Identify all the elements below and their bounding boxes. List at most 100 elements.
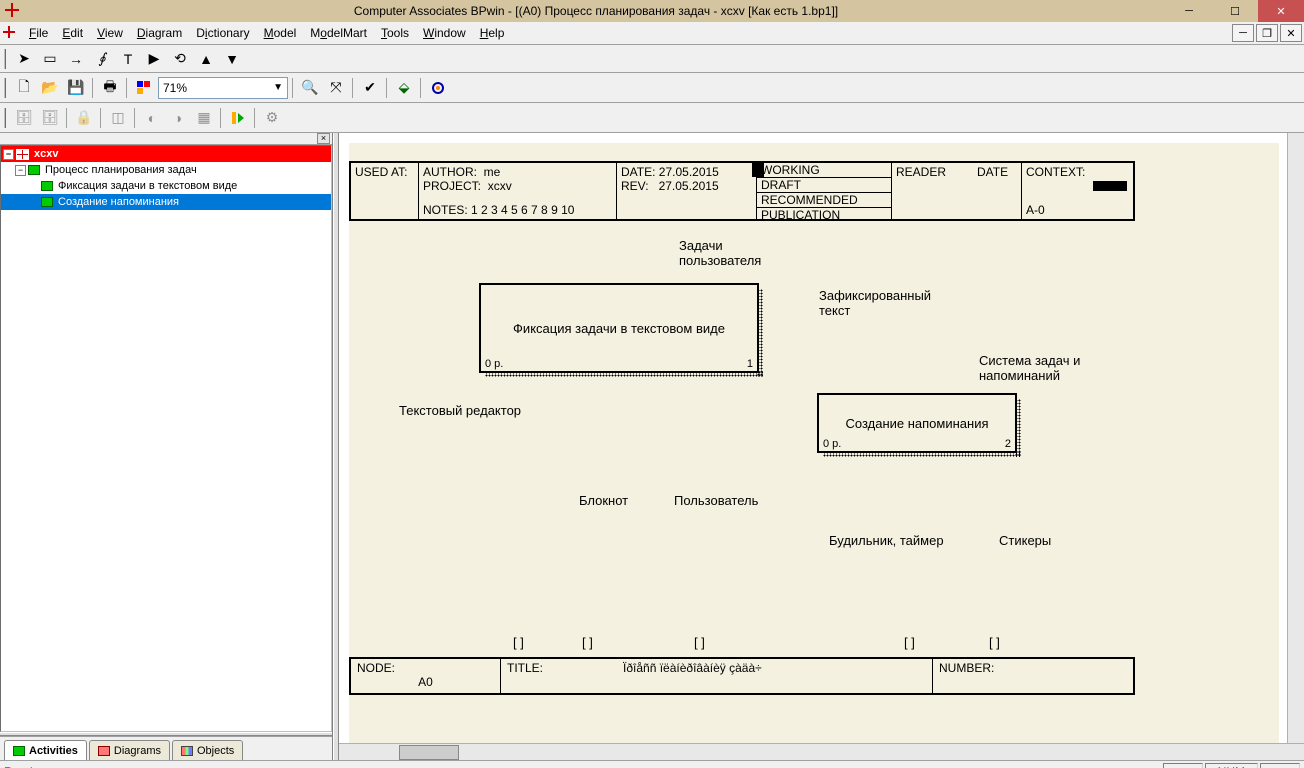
label-out: Система задач и напоминаний bbox=[979, 353, 1080, 383]
up-tool-icon[interactable]: ▲ bbox=[194, 48, 218, 70]
diagram-canvas[interactable]: USED AT: AUTHOR: me PROJECT: xcxv NOTES:… bbox=[339, 133, 1304, 743]
menu-file[interactable]: File bbox=[22, 24, 55, 42]
menu-view[interactable]: View bbox=[90, 24, 130, 42]
vertical-scrollbar[interactable] bbox=[1287, 133, 1304, 743]
header-context: CONTEXT: A-0 bbox=[1022, 163, 1133, 219]
tunnel-brace: [ ] bbox=[513, 635, 524, 650]
open-icon[interactable]: 📂 bbox=[38, 77, 62, 99]
status-ready: Ready bbox=[4, 765, 39, 768]
tree-item-selected[interactable]: Создание напоминания bbox=[1, 194, 331, 210]
down-tool-icon[interactable]: ▼ bbox=[220, 48, 244, 70]
tab-activities[interactable]: Activities bbox=[4, 740, 87, 760]
statusbar: Ready NUM bbox=[0, 760, 1304, 768]
model-icon bbox=[16, 149, 29, 160]
diagram-footer: NODE: A0 TITLE: Ïðîåññ ïëàíèðîâàíèÿ çàäà… bbox=[349, 657, 1135, 695]
label-bud: Будильник, таймер bbox=[829, 533, 944, 548]
tree-root[interactable]: − xcxv bbox=[1, 146, 331, 162]
titlebar: Computer Associates BPwin - [(A0) Процес… bbox=[0, 0, 1304, 22]
mdi-icon bbox=[2, 25, 18, 41]
menu-diagram[interactable]: Diagram bbox=[130, 24, 189, 42]
collapse-icon[interactable]: − bbox=[3, 149, 14, 160]
activity-box-1[interactable]: Фиксация задачи в текстовом виде 0 р. 1 bbox=[479, 283, 759, 373]
tunnel-tool-icon[interactable]: ∮ bbox=[90, 48, 114, 70]
hierarchy-icon[interactable]: ⬙ bbox=[392, 77, 416, 99]
tab-diagrams[interactable]: Diagrams bbox=[89, 740, 170, 760]
mm-connect-icon: 🗄 bbox=[12, 107, 36, 129]
new-icon[interactable]: 🗋 bbox=[12, 77, 36, 99]
menu-dictionary[interactable]: Dictionary bbox=[189, 24, 256, 42]
status-cell bbox=[1163, 763, 1203, 768]
mm-open-icon: 🗄 bbox=[38, 107, 62, 129]
zoom-icon[interactable]: 🔍 bbox=[298, 77, 322, 99]
pointer-tool-icon[interactable]: ➤ bbox=[12, 48, 36, 70]
tunnel-brace: [ ] bbox=[904, 635, 915, 650]
model-explorer-panel: × − xcxv − Процесс планирования задач Фи… bbox=[0, 133, 333, 760]
menu-edit[interactable]: Edit bbox=[55, 24, 90, 42]
minimize-button[interactable]: ─ bbox=[1166, 0, 1212, 22]
tunnel-brace: [ ] bbox=[989, 635, 1000, 650]
zoom-fit-icon[interactable]: ⤧ bbox=[324, 77, 348, 99]
mm-play-icon[interactable] bbox=[226, 107, 250, 129]
header-reader: READERDATE bbox=[892, 163, 1022, 219]
box-tool-icon[interactable]: ▭ bbox=[38, 48, 62, 70]
tab-objects[interactable]: Objects bbox=[172, 740, 243, 760]
tunnel-brace: [ ] bbox=[582, 635, 593, 650]
activity-box-2[interactable]: Создание напоминания 0 р. 2 bbox=[817, 393, 1017, 453]
mm-a-icon: ◐ bbox=[140, 107, 164, 129]
collapse-icon[interactable]: − bbox=[15, 165, 26, 176]
print-icon[interactable]: 🖶 bbox=[98, 77, 122, 99]
save-icon[interactable]: 💾 bbox=[64, 77, 88, 99]
label-text: Зафиксированный текст bbox=[819, 288, 931, 318]
close-button[interactable]: ✕ bbox=[1258, 0, 1304, 22]
menu-help[interactable]: Help bbox=[473, 24, 512, 42]
header-used-at: USED AT: bbox=[351, 163, 419, 219]
mm-b-icon: ◑ bbox=[166, 107, 190, 129]
panel-close-icon[interactable]: × bbox=[317, 133, 330, 144]
mm-cube-icon: ◫ bbox=[106, 107, 130, 129]
window-title: Computer Associates BPwin - [(A0) Процес… bbox=[26, 4, 1166, 18]
toolbar-draw: ➤ ▭ → ∮ T ▶ ⟲ ▲ ▼ bbox=[0, 45, 1304, 73]
text-tool-icon[interactable]: T bbox=[116, 48, 140, 70]
activity-icon bbox=[28, 165, 40, 175]
header-dates: DATE: 27.05.2015 REV: 27.05.2015 bbox=[617, 163, 757, 219]
undo-rotate-icon[interactable]: ⟲ bbox=[168, 48, 192, 70]
mm-gear-icon: ⚙ bbox=[260, 107, 284, 129]
menu-model[interactable]: Model bbox=[257, 24, 304, 42]
canvas-area: USED AT: AUTHOR: me PROJECT: xcxv NOTES:… bbox=[339, 133, 1304, 760]
label-user: Пользователь bbox=[674, 493, 758, 508]
model-explorer-icon[interactable] bbox=[132, 77, 156, 99]
header-author-project: AUTHOR: me PROJECT: xcxv NOTES: 1 2 3 4 … bbox=[419, 163, 617, 219]
tree-item[interactable]: − Процесс планирования задач bbox=[1, 162, 331, 178]
menu-modelmart[interactable]: ModelMart bbox=[303, 24, 374, 42]
panel-header: × bbox=[0, 133, 332, 145]
status-num: NUM bbox=[1205, 763, 1258, 768]
status-cell bbox=[1260, 763, 1300, 768]
go-tool-icon[interactable]: ▶ bbox=[142, 48, 166, 70]
toolbar-standard: 🗋 📂 💾 🖶 71%▼ 🔍 ⤧ ✔ ⬙ bbox=[0, 73, 1304, 103]
mdi-minimize-button[interactable]: ─ bbox=[1232, 24, 1254, 42]
activity-icon bbox=[41, 181, 53, 191]
mdi-restore-button[interactable]: ❐ bbox=[1256, 24, 1278, 42]
spellcheck-icon[interactable]: ✔ bbox=[358, 77, 382, 99]
explorer-tabs: Activities Diagrams Objects bbox=[0, 736, 332, 760]
label-tred: Текстовый редактор bbox=[399, 403, 521, 418]
mm-lock-icon: 🔒 bbox=[72, 107, 96, 129]
label-blok: Блокнот bbox=[579, 493, 628, 508]
menu-window[interactable]: Window bbox=[416, 24, 473, 42]
zoom-select[interactable]: 71%▼ bbox=[158, 77, 288, 99]
label-stick: Стикеры bbox=[999, 533, 1051, 548]
menubar: File Edit View Diagram Dictionary Model … bbox=[0, 22, 1304, 45]
tree-item[interactable]: Фиксация задачи в текстовом виде bbox=[1, 178, 331, 194]
mdi-close-button[interactable]: ✕ bbox=[1280, 24, 1302, 42]
diagram-header: USED AT: AUTHOR: me PROJECT: xcxv NOTES:… bbox=[349, 161, 1135, 221]
workspace: × − xcxv − Процесс планирования задач Фи… bbox=[0, 133, 1304, 760]
arrow-tool-icon[interactable]: → bbox=[64, 48, 88, 70]
horizontal-scrollbar[interactable] bbox=[339, 743, 1304, 760]
report-icon[interactable] bbox=[426, 77, 450, 99]
toolbar-modelmart: 🗄 🗄 🔒 ◫ ◐ ◑ ▦ ⚙ bbox=[0, 103, 1304, 133]
menu-tools[interactable]: Tools bbox=[374, 24, 416, 42]
maximize-button[interactable]: ☐ bbox=[1212, 0, 1258, 22]
tree[interactable]: − xcxv − Процесс планирования задач Фикс… bbox=[0, 145, 332, 732]
diagram-page: USED AT: AUTHOR: me PROJECT: xcxv NOTES:… bbox=[349, 143, 1279, 743]
mm-c-icon: ▦ bbox=[192, 107, 216, 129]
